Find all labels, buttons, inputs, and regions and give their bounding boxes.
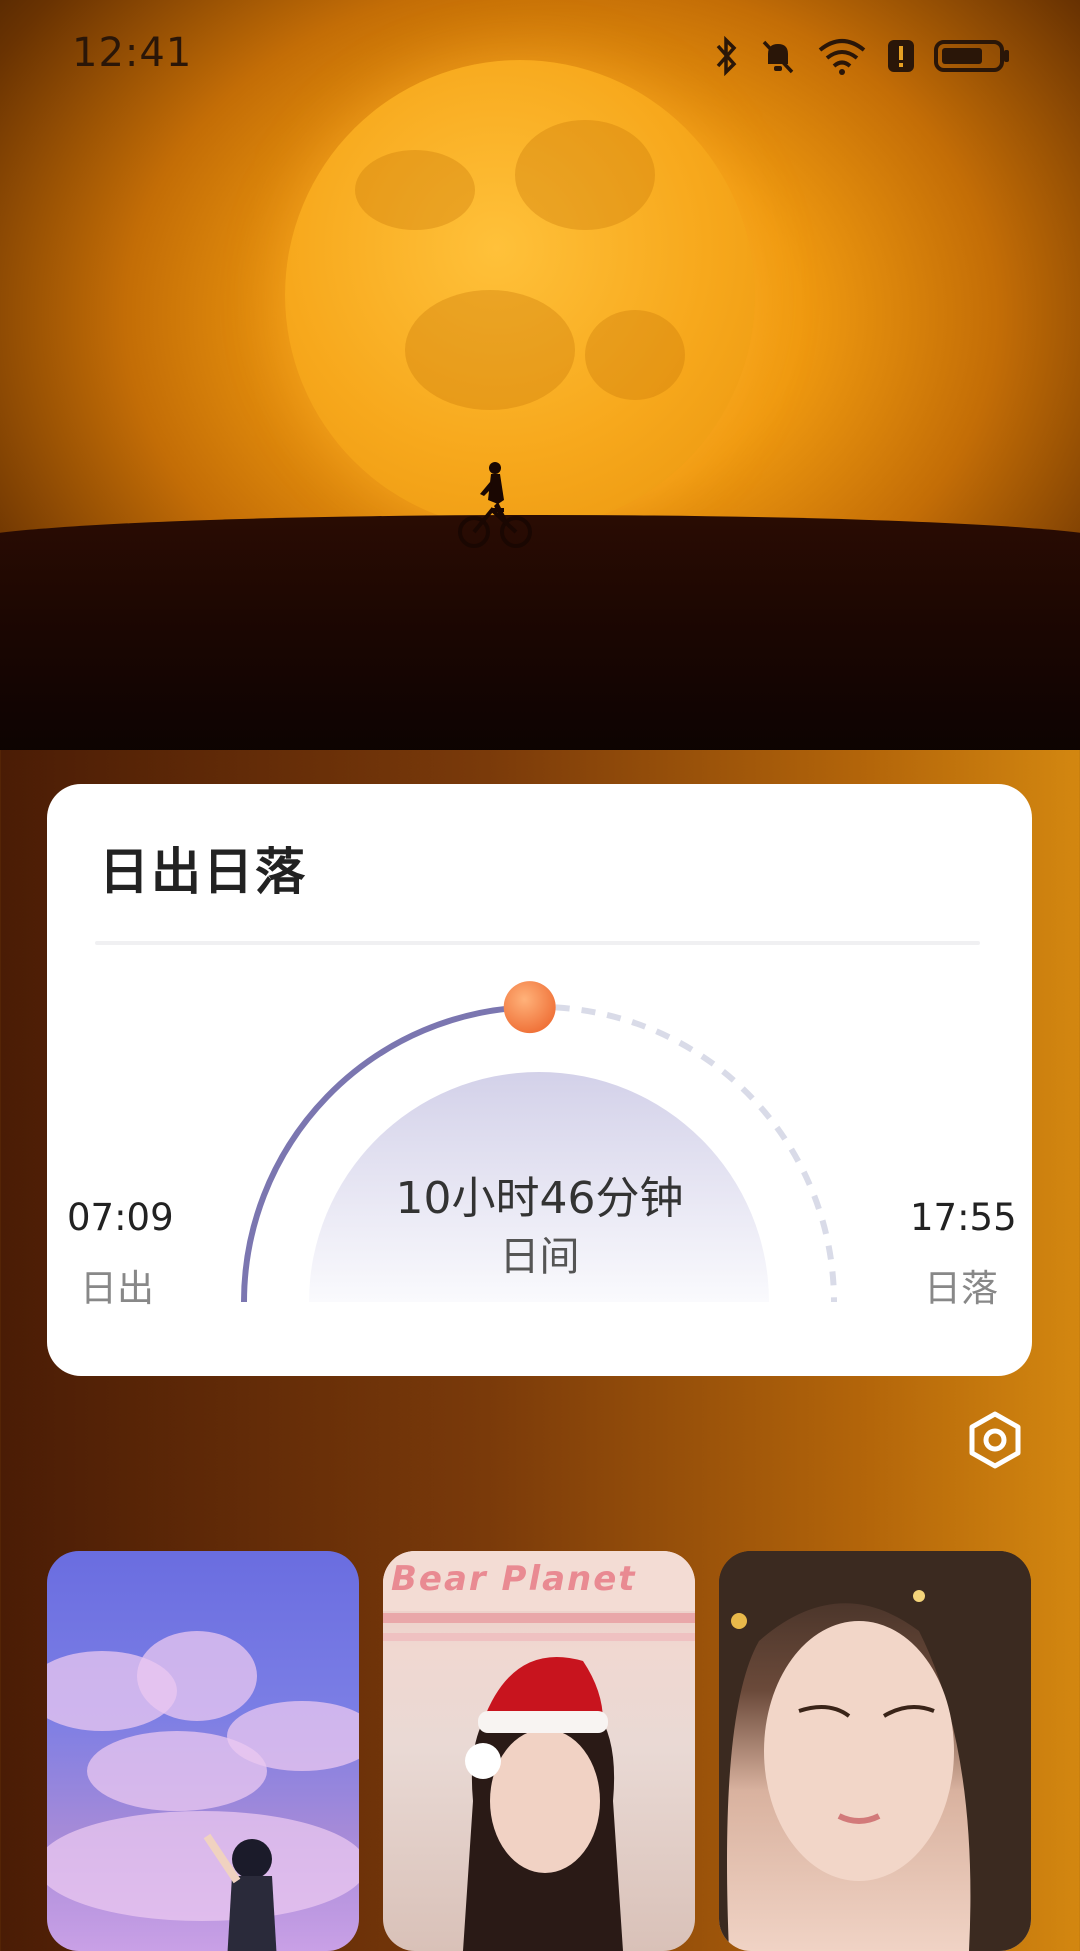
hexagon-settings-icon[interactable] [963, 1408, 1027, 1472]
wifi-icon [818, 39, 866, 75]
hero-wallpaper [0, 0, 1080, 750]
bear-planet-text: Bear Planet [391, 1559, 637, 1599]
fantasy-portrait [719, 1551, 1031, 1951]
wallpaper-thumbnail-1[interactable] [47, 1551, 359, 1951]
sunrise-time: 07:09 [67, 1196, 174, 1239]
sun-position-marker [503, 981, 556, 1034]
sunset-time: 17:55 [910, 1196, 1017, 1239]
day-length-value: 10小时46分钟 [395, 1173, 684, 1224]
bluetooth-icon [716, 36, 737, 76]
alert-icon [888, 40, 914, 72]
wallpaper-thumbnail-3[interactable] [719, 1551, 1031, 1951]
sun-arc-chart [241, 981, 837, 1303]
cyclist-silhouette [458, 462, 532, 548]
hill-silhouette [0, 515, 1080, 750]
battery-icon [934, 40, 1009, 72]
wallpaper-thumbnail-2[interactable]: Bear Planet [383, 1551, 695, 1951]
sunrise-label: 日出 [80, 1267, 154, 1310]
mute-bell-icon [762, 40, 794, 74]
girl-santa-hat [463, 1657, 623, 1951]
girl-figure [203, 1833, 277, 1951]
status-bar: 12:41 [0, 0, 1080, 110]
day-length-label: 日间 [499, 1234, 580, 1280]
sunrise-sunset-card[interactable]: 日出日落 10小时46分钟 日间 07:09 日出 17:55 日落 [47, 784, 1032, 1376]
sunset-label: 日落 [924, 1267, 998, 1310]
status-time: 12:41 [72, 30, 193, 76]
